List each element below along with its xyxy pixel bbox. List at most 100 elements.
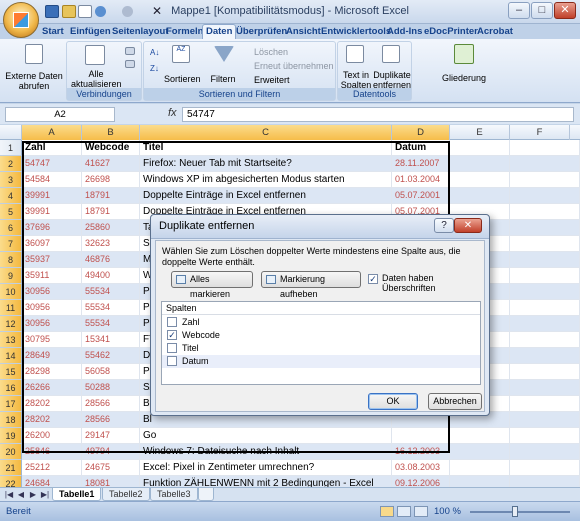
row-header[interactable]: 16 bbox=[0, 380, 22, 396]
cell-a[interactable]: 30956 bbox=[22, 284, 82, 299]
cell-f[interactable] bbox=[510, 428, 580, 443]
cell-a[interactable]: 35911 bbox=[22, 268, 82, 283]
sheet-tab-tabelle1[interactable]: Tabelle1 bbox=[52, 488, 102, 501]
cell-c[interactable]: Excel: Pixel in Zentimeter umrechnen? bbox=[140, 460, 392, 475]
minimize-button[interactable]: – bbox=[508, 2, 530, 19]
zoom-slider[interactable] bbox=[470, 511, 570, 513]
cell-f[interactable] bbox=[510, 332, 580, 347]
cell-f[interactable] bbox=[510, 364, 580, 379]
tab-daten[interactable]: Daten bbox=[202, 24, 237, 40]
tab-start[interactable]: Start bbox=[42, 25, 64, 38]
advanced-filter-button[interactable]: Erweitert bbox=[254, 74, 290, 86]
row-header[interactable]: 20 bbox=[0, 444, 22, 460]
normal-view-icon[interactable] bbox=[380, 506, 394, 517]
sheet-tab-tabelle3[interactable]: Tabelle3 bbox=[150, 488, 198, 501]
has-headers-checkbox[interactable]: ✓ bbox=[368, 274, 378, 284]
row-header[interactable]: 8 bbox=[0, 252, 22, 268]
row-header[interactable]: 22 bbox=[0, 476, 22, 487]
row-header[interactable]: 10 bbox=[0, 284, 22, 300]
cell-e[interactable] bbox=[450, 156, 510, 171]
cell-f[interactable] bbox=[510, 460, 580, 475]
cell-a[interactable]: 30956 bbox=[22, 300, 82, 315]
cell-a[interactable]: 36097 bbox=[22, 236, 82, 251]
tab-entwicklertools[interactable]: Entwicklertools bbox=[321, 25, 391, 38]
tab-ueberpruefen[interactable]: Überprüfen bbox=[236, 25, 287, 38]
cell-d[interactable]: 28.11.2007 bbox=[392, 156, 450, 171]
row-header[interactable]: 17 bbox=[0, 396, 22, 412]
close-button[interactable]: ✕ bbox=[554, 2, 576, 19]
column-checkbox[interactable] bbox=[167, 356, 177, 366]
dialog-close-button[interactable]: ✕ bbox=[454, 218, 482, 233]
column-list-item[interactable]: Titel bbox=[162, 342, 480, 355]
cell-f[interactable] bbox=[510, 220, 580, 235]
cell-b[interactable]: 28566 bbox=[82, 412, 140, 427]
cell-c[interactable]: Windows XP im abgesicherten Modus starte… bbox=[140, 172, 392, 187]
row-header[interactable]: 15 bbox=[0, 364, 22, 380]
page-break-view-icon[interactable] bbox=[414, 506, 428, 517]
cell-a[interactable]: 24684 bbox=[22, 476, 82, 487]
col-header-f[interactable]: F bbox=[510, 125, 570, 140]
cell-b[interactable]: 55534 bbox=[82, 284, 140, 299]
name-box[interactable]: A2 bbox=[5, 107, 115, 122]
cell-b[interactable]: 50288 bbox=[82, 380, 140, 395]
next-sheet-icon[interactable]: ▶ bbox=[28, 489, 38, 500]
cell-e[interactable] bbox=[450, 476, 510, 487]
page-layout-view-icon[interactable] bbox=[397, 506, 411, 517]
col-header-c[interactable]: C bbox=[140, 125, 392, 140]
col-header-b[interactable]: B bbox=[82, 125, 140, 140]
remove-duplicates-button[interactable]: Duplikate entfernen bbox=[372, 70, 412, 90]
cell-b[interactable]: 46876 bbox=[82, 252, 140, 267]
reapply-button[interactable]: Erneut übernehmen bbox=[254, 60, 334, 72]
col-header-d[interactable]: D bbox=[392, 125, 450, 140]
header-cell-d[interactable]: Datum bbox=[392, 140, 450, 155]
cell-e[interactable] bbox=[450, 460, 510, 475]
prev-sheet-icon[interactable]: ◀ bbox=[16, 489, 26, 500]
cell-b[interactable]: 55534 bbox=[82, 300, 140, 315]
cell-d[interactable]: 01.03.2004 bbox=[392, 172, 450, 187]
column-list-item[interactable]: Datum bbox=[162, 355, 480, 368]
cell-e[interactable] bbox=[450, 444, 510, 459]
cell-a[interactable]: 30795 bbox=[22, 332, 82, 347]
zoom-level[interactable]: 100 % bbox=[434, 506, 461, 517]
tab-ansicht[interactable]: Ansicht bbox=[286, 25, 321, 38]
cell-f[interactable] bbox=[510, 348, 580, 363]
cell-f[interactable] bbox=[510, 396, 580, 411]
cell-d[interactable]: 03.08.2003 bbox=[392, 460, 450, 475]
cell-a[interactable]: 35937 bbox=[22, 252, 82, 267]
col-header-e[interactable]: E bbox=[450, 125, 510, 140]
cell-a[interactable]: 25846 bbox=[22, 444, 82, 459]
cell-a[interactable]: 28202 bbox=[22, 396, 82, 411]
cell-b[interactable]: 25860 bbox=[82, 220, 140, 235]
cell-f[interactable] bbox=[510, 476, 580, 487]
row-header[interactable]: 18 bbox=[0, 412, 22, 428]
cell-a[interactable]: 25212 bbox=[22, 460, 82, 475]
cell-f[interactable] bbox=[510, 204, 580, 219]
cell-a[interactable]: 39991 bbox=[22, 204, 82, 219]
outline-button[interactable]: Gliederung bbox=[440, 73, 488, 83]
row-header[interactable]: 13 bbox=[0, 332, 22, 348]
row-header[interactable]: 14 bbox=[0, 348, 22, 364]
row-header[interactable]: 19 bbox=[0, 428, 22, 444]
cell-d[interactable]: 09.12.2006 bbox=[392, 476, 450, 487]
cell-f[interactable] bbox=[510, 300, 580, 315]
cell-b[interactable]: 15341 bbox=[82, 332, 140, 347]
last-sheet-icon[interactable]: ▶| bbox=[40, 489, 50, 500]
cell-f[interactable] bbox=[510, 444, 580, 459]
clear-filter-button[interactable]: Löschen bbox=[254, 46, 288, 58]
column-checkbox[interactable]: ✓ bbox=[167, 330, 177, 340]
row-header[interactable]: 21 bbox=[0, 460, 22, 476]
cell-a[interactable]: 37696 bbox=[22, 220, 82, 235]
cell-b[interactable]: 41627 bbox=[82, 156, 140, 171]
cell-b[interactable]: 55534 bbox=[82, 316, 140, 331]
tab-seitenlayout[interactable]: Seitenlayout bbox=[112, 25, 169, 38]
row-header[interactable]: 5 bbox=[0, 204, 22, 220]
fx-icon[interactable]: fx bbox=[168, 107, 177, 119]
cell-a[interactable]: 28649 bbox=[22, 348, 82, 363]
column-list-item[interactable]: ✓ Webcode bbox=[162, 329, 480, 342]
cell-f[interactable] bbox=[510, 316, 580, 331]
cell-e[interactable] bbox=[450, 428, 510, 443]
row-header[interactable]: 6 bbox=[0, 220, 22, 236]
tab-addins[interactable]: Add-Ins bbox=[387, 25, 422, 38]
cell-b[interactable]: 32623 bbox=[82, 236, 140, 251]
cell-a[interactable]: 26266 bbox=[22, 380, 82, 395]
